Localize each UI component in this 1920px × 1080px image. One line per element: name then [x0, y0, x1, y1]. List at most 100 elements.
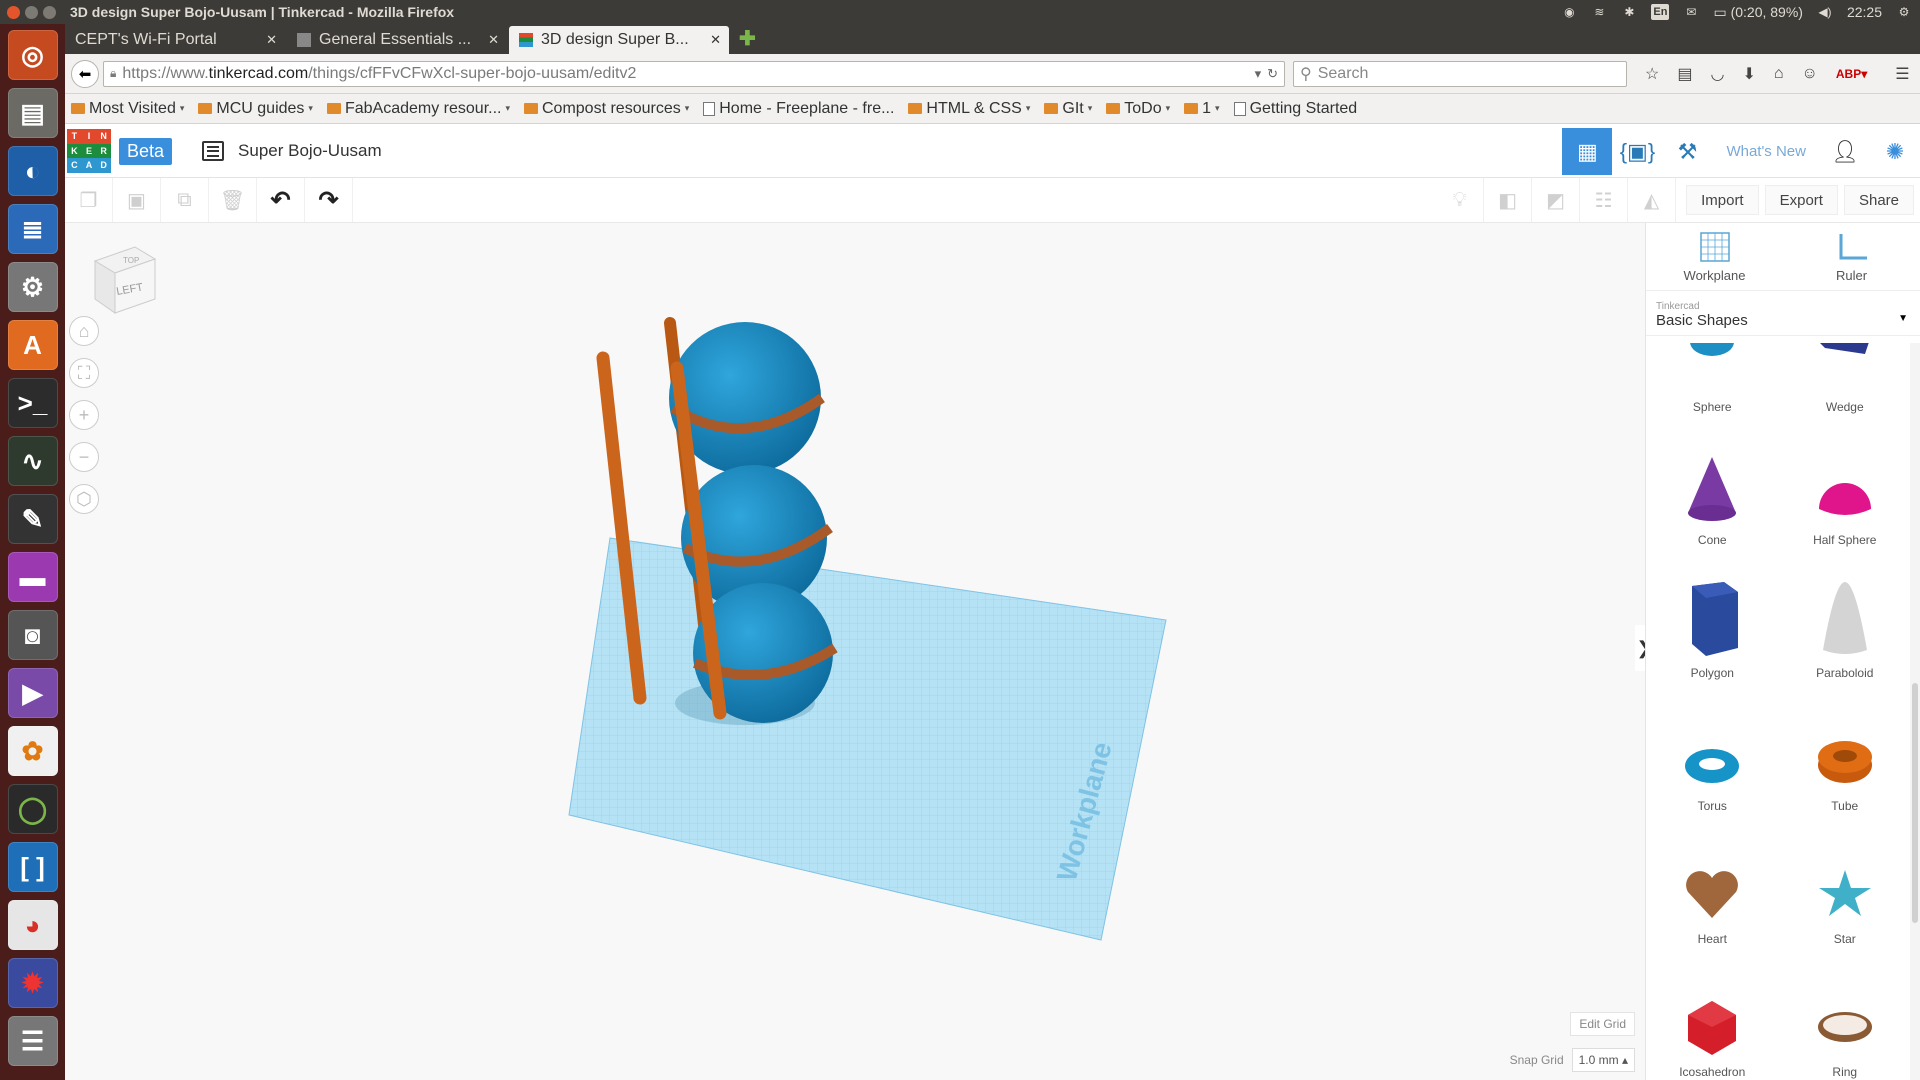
copy-icon[interactable]: ❐ [65, 178, 113, 222]
avatar[interactable]: ✺ [1870, 128, 1920, 175]
fit-view-icon[interactable]: ⛶ [69, 358, 99, 388]
paste-icon[interactable]: ▣ [113, 178, 161, 222]
tab-close-icon[interactable]: ✕ [488, 32, 499, 48]
writer-icon[interactable]: ≣ [7, 204, 58, 254]
system-monitor-icon[interactable]: ∿ [7, 436, 58, 486]
search-input[interactable]: ⚲ Search [1293, 60, 1627, 87]
shape-half-sphere[interactable]: Half Sphere [1779, 436, 1912, 547]
camera-icon[interactable]: ◙ [7, 610, 58, 660]
bookmark-getting-started[interactable]: Getting Started [1233, 100, 1357, 118]
shape-wedge[interactable]: Wedge [1779, 343, 1912, 414]
bookmark-mcu-guides[interactable]: MCU guides ▾ [198, 100, 313, 118]
reload-icon[interactable]: ↻ [1267, 66, 1278, 82]
tab-general-essentials[interactable]: General Essentials ... ✕ [287, 26, 507, 54]
align-icon[interactable]: ☷ [1580, 178, 1629, 222]
zoom-out-icon[interactable]: − [69, 442, 99, 472]
ruler-tool[interactable]: Ruler [1783, 223, 1920, 290]
redo-arrow-icon[interactable]: ↷ [305, 178, 353, 222]
design-name[interactable]: Super Bojo-Uusam [238, 141, 382, 161]
download-icon[interactable]: ⬇ [1742, 64, 1755, 84]
shape-torus[interactable]: Torus [1646, 702, 1779, 813]
window-minimize-button[interactable] [25, 5, 38, 19]
app-window-icon[interactable]: ▬ [7, 552, 58, 602]
tab-close-icon[interactable]: ✕ [266, 32, 277, 48]
mail-icon[interactable]: ✉ [1683, 4, 1699, 20]
bricks-pickaxe-icon[interactable]: ⚒ [1662, 128, 1712, 175]
loop-app-icon[interactable]: ◯ [7, 784, 58, 834]
inkscape-icon[interactable]: ✎ [7, 494, 58, 544]
bookmark-html-css[interactable]: HTML & CSS ▾ [908, 100, 1030, 118]
bluetooth-icon[interactable]: ✱ [1621, 4, 1637, 20]
volume-icon[interactable]: ◀) [1817, 4, 1833, 20]
zoom-in-icon[interactable]: + [69, 400, 99, 430]
home-view-icon[interactable]: ⌂ [69, 316, 99, 346]
add-user-icon[interactable]: 👤︎ [1820, 128, 1870, 175]
bookmark-compost[interactable]: Compost resources ▾ [524, 100, 689, 118]
bookmark-todo[interactable]: ToDo ▾ [1106, 100, 1170, 118]
shape-heart[interactable]: Heart [1646, 835, 1779, 946]
url-dropdown-icon[interactable]: ▾ [1255, 66, 1262, 82]
window-close-button[interactable] [7, 5, 20, 19]
view-cube[interactable]: TOP LEFT [85, 241, 165, 326]
software-center-icon[interactable]: A [7, 320, 58, 370]
reading-list-icon[interactable]: ▤ [1677, 64, 1692, 84]
shape-sphere[interactable]: Sphere [1646, 343, 1779, 414]
bookmark-1[interactable]: 1 ▾ [1184, 100, 1220, 118]
keyboard-language-indicator[interactable]: En [1651, 4, 1670, 20]
shape-library-select[interactable]: Tinkercad Basic Shapes ▼ [1646, 291, 1920, 336]
shape-polygon[interactable]: Polygon [1646, 569, 1779, 680]
workspaces-icon[interactable]: ☰ [7, 1016, 58, 1066]
shapes-scrollbar[interactable] [1910, 343, 1920, 1080]
video-icon[interactable]: ▶ [7, 668, 58, 718]
dash-icon[interactable]: ◎ [7, 30, 58, 80]
chat-icon[interactable]: ☺ [1802, 65, 1818, 83]
whats-new-link[interactable]: What's New [1712, 143, 1820, 160]
import-button[interactable]: Import [1686, 185, 1759, 215]
tinkercad-logo[interactable]: TIN KER CAD [67, 129, 111, 173]
tab-wifi-portal[interactable]: CEPT's Wi-Fi Portal ✕ [65, 26, 285, 54]
bookmark-fabacademy[interactable]: FabAcademy resour... ▾ [326, 100, 510, 118]
url-bar[interactable]: 🔒︎ https://www.tinkercad.com/things/cfFF… [103, 60, 1285, 87]
edit-grid-button[interactable]: Edit Grid [1570, 1012, 1635, 1036]
bookmark-freeplane[interactable]: Home - Freeplane - fre... [703, 100, 894, 118]
butterfly-icon[interactable]: ✿ [7, 726, 58, 776]
delete-trash-icon[interactable]: 🗑︎ [209, 178, 257, 222]
codeblocks-icon[interactable]: {▣} [1612, 128, 1662, 175]
wifi-icon[interactable]: ≋ [1591, 4, 1607, 20]
bookmark-most-visited[interactable]: Most Visited ▾ [71, 100, 184, 118]
battery-indicator[interactable]: ▭ (0:20, 89%) [1713, 4, 1803, 21]
3d-view-grid-icon[interactable]: ▦ [1562, 128, 1613, 175]
chrome-indicator-icon[interactable]: ◉ [1561, 4, 1577, 20]
undo-arrow-icon[interactable]: ↶ [257, 178, 305, 222]
duplicate-icon[interactable]: ⧉ [161, 178, 209, 222]
new-tab-plus-icon[interactable]: ✚ [739, 26, 756, 51]
shape-cone[interactable]: Cone [1646, 436, 1779, 547]
clock[interactable]: 22:25 [1847, 4, 1882, 20]
back-arrow-icon[interactable]: ⬅ [71, 59, 99, 88]
chrome-icon[interactable]: ◕ [7, 900, 58, 950]
gear-app-icon[interactable]: ✹ [7, 958, 58, 1008]
settings-icon[interactable]: ⚙ [7, 262, 58, 312]
lightbulb-icon[interactable]: 💡︎ [1436, 178, 1485, 222]
3d-workspace-canvas[interactable]: Workplane TOP LEFT ⌂ ⛶ + − ⬡ Edit Grid S… [65, 223, 1645, 1080]
export-button[interactable]: Export [1764, 185, 1838, 215]
brackets-icon[interactable]: [ ] [7, 842, 58, 892]
window-maximize-button[interactable] [43, 5, 56, 19]
3d-model-object[interactable] [596, 317, 838, 723]
bookmark-star-icon[interactable]: ☆ [1645, 64, 1659, 84]
group-shape-icon[interactable]: ◧ [1484, 178, 1533, 222]
files-icon[interactable]: ▤ [7, 88, 58, 138]
orthographic-view-icon[interactable]: ⬡ [69, 484, 99, 514]
menu-hamburger-icon[interactable]: ☰ [1895, 64, 1909, 84]
tab-close-icon[interactable]: ✕ [710, 32, 721, 48]
shape-star[interactable]: Star [1779, 835, 1912, 946]
firefox-icon[interactable]: ◐ [7, 146, 58, 196]
snap-grid-select[interactable]: 1.0 mm ▴ [1571, 1048, 1635, 1072]
pocket-icon[interactable]: ◡ [1710, 64, 1724, 84]
design-list-icon[interactable] [202, 141, 225, 161]
ungroup-shape-icon[interactable]: ◩ [1532, 178, 1581, 222]
tab-tinkercad-design[interactable]: 3D design Super B... ✕ [509, 26, 729, 54]
session-gear-icon[interactable]: ⚙ [1896, 4, 1912, 20]
mirror-icon[interactable]: ◭ [1628, 178, 1677, 222]
home-icon[interactable]: ⌂ [1774, 65, 1784, 83]
